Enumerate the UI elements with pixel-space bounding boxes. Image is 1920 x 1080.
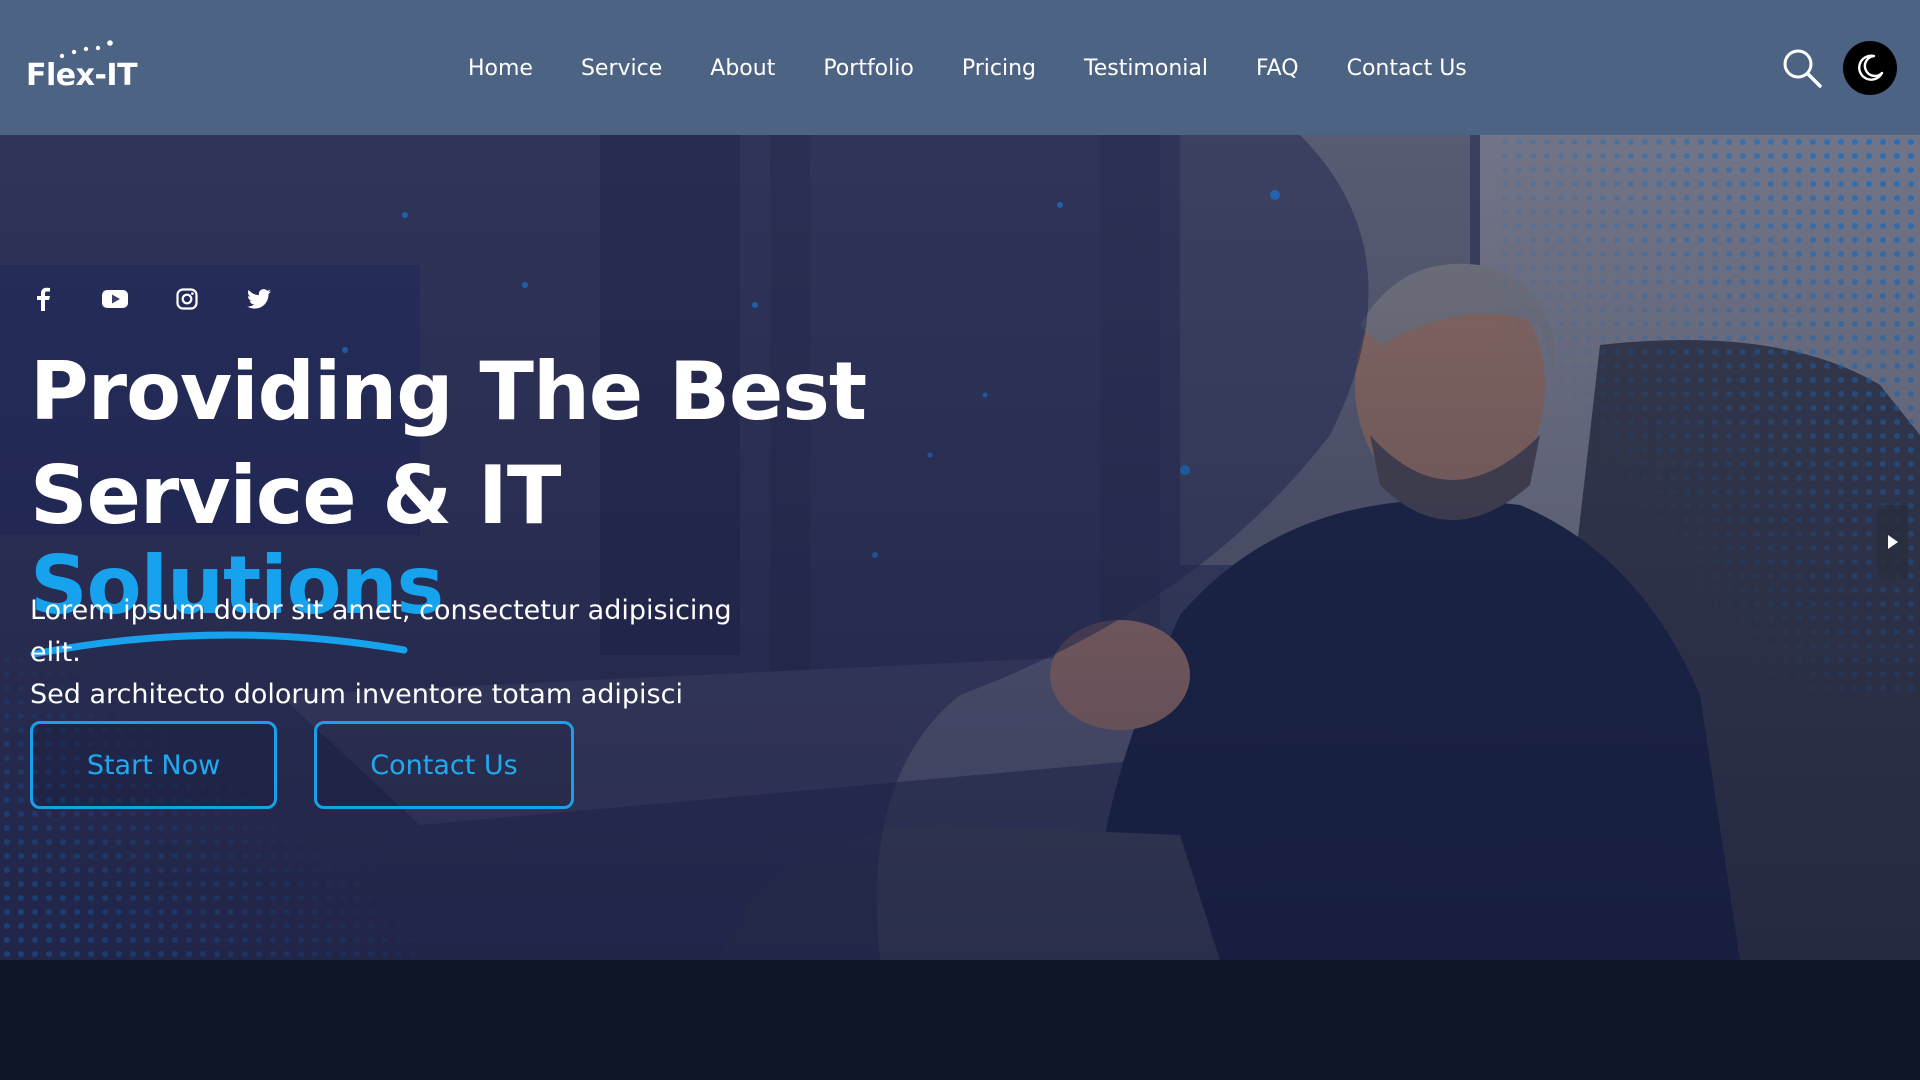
slider-next-button[interactable]	[1878, 505, 1908, 579]
brand-name: Flex-IT	[26, 58, 138, 93]
moon-icon	[1858, 54, 1884, 81]
twitter-icon[interactable]	[246, 286, 272, 312]
nav-faq[interactable]: FAQ	[1256, 56, 1299, 81]
instagram-icon[interactable]	[174, 286, 200, 312]
headline-line-1: Providing The Best	[30, 345, 867, 438]
headline-line-2: Service & IT	[30, 449, 561, 542]
search-button[interactable]	[1780, 46, 1824, 90]
contact-us-button[interactable]: Contact Us	[314, 721, 574, 809]
subtext-line-2: Sed architecto dolorum inventore totam a…	[30, 679, 683, 710]
section-below-hero	[0, 960, 1920, 1080]
play-arrow-icon	[1888, 535, 1898, 549]
search-icon	[1783, 49, 1822, 88]
hero-section: Providing The Best Service & IT Solution…	[0, 135, 1920, 960]
hero-subtext: Lorem ipsum dolor sit amet, consectetur …	[30, 590, 790, 716]
navbar: Flex-IT Home Service About Portfolio Pri…	[0, 0, 1920, 135]
nav-portfolio[interactable]: Portfolio	[823, 56, 914, 81]
main-nav: Home Service About Portfolio Pricing Tes…	[468, 50, 1515, 86]
nav-contact-us[interactable]: Contact Us	[1347, 56, 1467, 81]
youtube-icon[interactable]	[102, 286, 128, 312]
nav-pricing[interactable]: Pricing	[962, 56, 1036, 81]
start-now-button[interactable]: Start Now	[30, 721, 277, 809]
social-links	[30, 285, 318, 313]
nav-about[interactable]: About	[710, 56, 775, 81]
nav-service[interactable]: Service	[581, 56, 662, 81]
theme-toggle-button[interactable]	[1843, 41, 1897, 95]
brand-logo[interactable]: Flex-IT	[26, 38, 176, 98]
logo-dots-icon	[59, 40, 113, 59]
nav-testimonial[interactable]: Testimonial	[1084, 56, 1208, 81]
nav-home[interactable]: Home	[468, 56, 533, 81]
facebook-icon[interactable]	[30, 286, 56, 312]
subtext-line-1: Lorem ipsum dolor sit amet, consectetur …	[30, 595, 732, 668]
